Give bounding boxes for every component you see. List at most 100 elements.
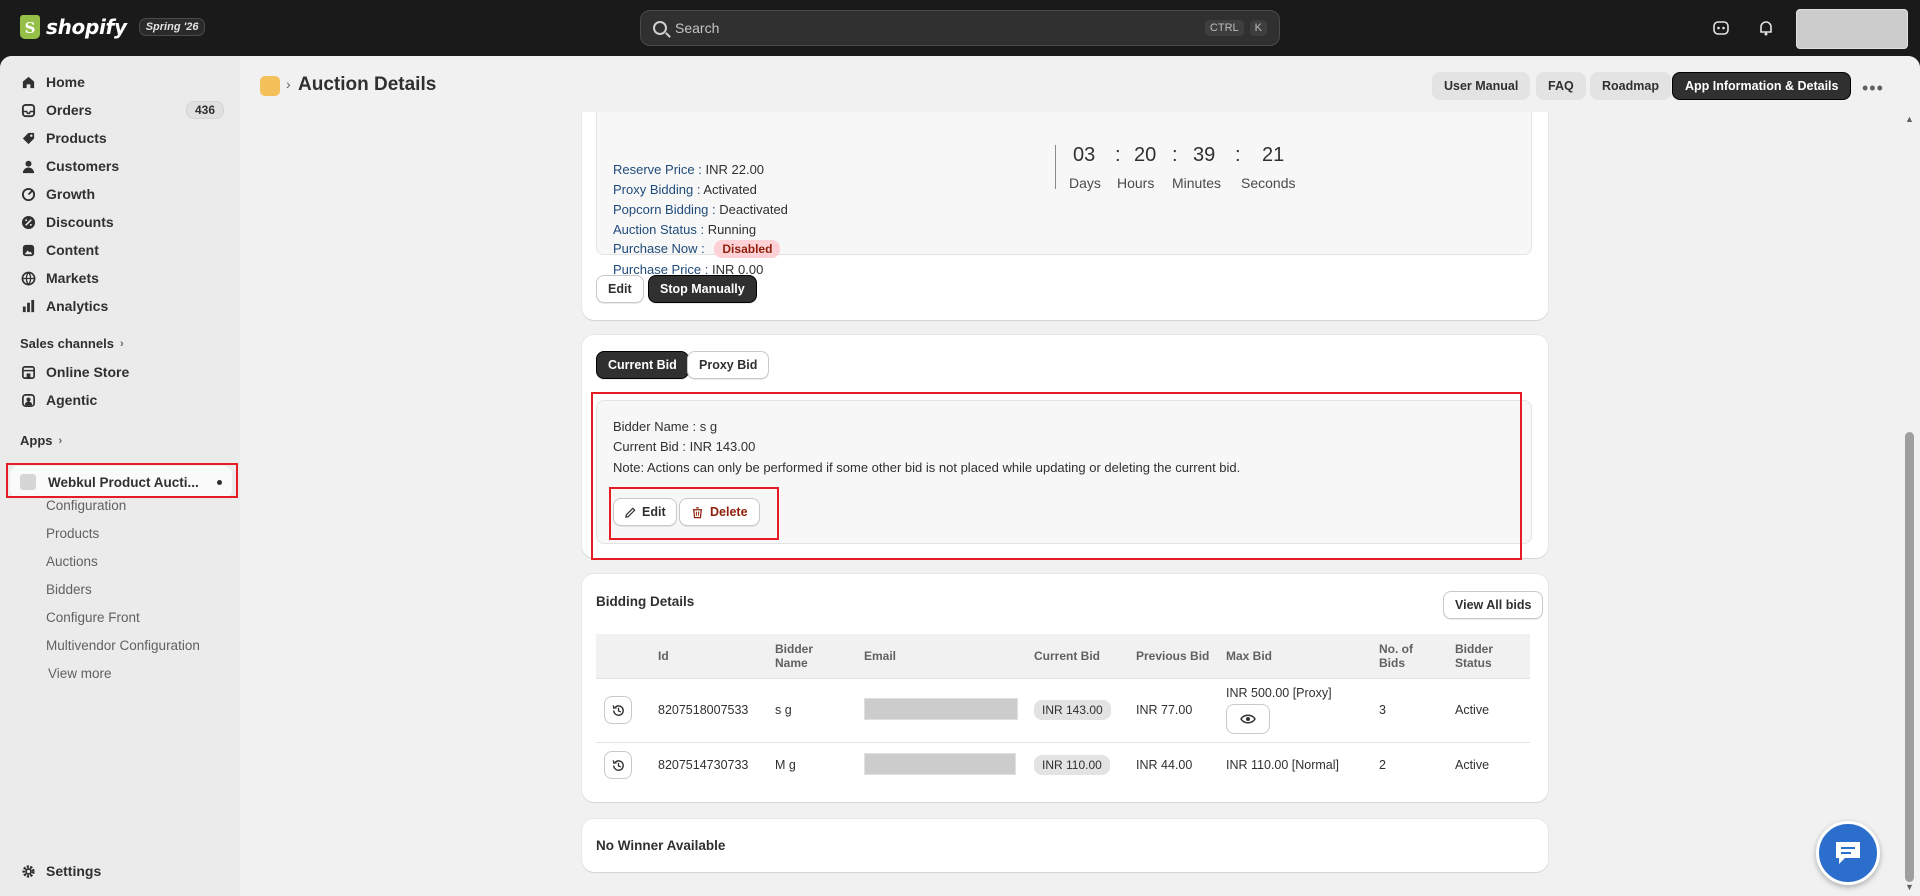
sidebar-item-analytics[interactable]: Analytics — [10, 293, 230, 319]
admin-frame: Home Orders 436 Products Customers Growt… — [0, 56, 1920, 896]
sidebar-item-online-store[interactable]: Online Store — [10, 359, 230, 385]
user-manual-button[interactable]: User Manual — [1432, 72, 1531, 100]
apps-heading[interactable]: Apps › — [20, 433, 62, 448]
table-row: 8207514730733 M g INR 110.00 INR 44.00 I… — [596, 741, 1530, 788]
chat-support-button[interactable] — [1816, 821, 1880, 885]
cell-bids: 3 — [1371, 677, 1447, 742]
sidebar-item-markets[interactable]: Markets — [10, 265, 230, 291]
bidding-details-card: Bidding Details View All bids Id Bidder … — [582, 574, 1548, 802]
sidebar-item-settings[interactable]: Settings — [10, 858, 230, 884]
sidebar-item-label: Products — [46, 130, 107, 146]
sidebar-sub-products[interactable]: Products — [46, 526, 99, 541]
edit-bid-button[interactable]: Edit — [613, 498, 677, 526]
sidebar-item-label: Orders — [46, 102, 92, 118]
page-header: › Auction Details User Manual FAQ Roadma… — [240, 56, 1900, 112]
timer-label-days: Days — [1069, 175, 1101, 191]
popcorn-bidding-row: Popcorn Bidding : Deactivated — [613, 202, 788, 217]
sidebar-sub-configuration[interactable]: Configuration — [46, 498, 126, 513]
stop-manually-button[interactable]: Stop Manually — [648, 275, 757, 303]
sidebar-item-growth[interactable]: Growth — [10, 181, 230, 207]
view-proxy-button[interactable] — [1226, 704, 1270, 734]
sidebar-item-products[interactable]: Products — [10, 125, 230, 151]
field-key: Auction Status : — [613, 222, 705, 237]
orders-count-badge: 436 — [185, 101, 224, 119]
sidebar-item-orders[interactable]: Orders 436 — [10, 97, 230, 123]
sidebar-item-agentic[interactable]: Agentic — [10, 387, 230, 413]
scroll-up-arrow[interactable]: ▲ — [1905, 114, 1914, 124]
sidebar-item-content[interactable]: Content — [10, 237, 230, 263]
bidding-details-title: Bidding Details — [596, 594, 695, 609]
edition-badge: Spring '26 — [138, 18, 206, 36]
chevron-right-icon: › — [119, 337, 124, 350]
sales-channels-heading[interactable]: Sales channels › — [20, 336, 124, 351]
cell-name: s g — [767, 677, 856, 742]
home-icon — [20, 74, 36, 90]
shopify-logo[interactable]: S shopify Spring '26 — [20, 15, 206, 39]
col-history — [596, 634, 650, 678]
col-email: Email — [856, 634, 1026, 678]
history-button[interactable] — [604, 751, 632, 780]
sidebar-sub-auctions[interactable]: Auctions — [46, 554, 98, 569]
app-icon — [20, 474, 36, 490]
chart-icon — [20, 298, 36, 314]
discount-icon — [20, 214, 36, 230]
purchase-now-row: Purchase Now : Disabled — [613, 240, 781, 258]
logo-text: shopify — [46, 15, 127, 39]
app-info-button[interactable]: App Information & Details — [1672, 72, 1852, 100]
content-icon — [20, 242, 36, 258]
page-title: Auction Details — [298, 74, 437, 95]
search-bar[interactable]: Search CTRL K — [640, 10, 1280, 46]
tab-current-bid[interactable]: Current Bid — [596, 351, 689, 379]
cell-max: INR 500.00 [Proxy] — [1218, 677, 1371, 742]
edit-auction-button[interactable]: Edit — [596, 275, 644, 303]
timer-divider — [1055, 145, 1056, 189]
col-id: Id — [650, 634, 767, 678]
max-bid-text: INR 500.00 [Proxy] — [1226, 686, 1332, 700]
sidebar-item-label: Online Store — [46, 364, 130, 380]
search-icon — [653, 21, 667, 35]
pencil-icon — [625, 506, 636, 518]
scrollbar-thumb[interactable] — [1905, 432, 1914, 882]
timer-minutes: 39 — [1193, 144, 1216, 166]
sidebar-view-more[interactable]: View more — [48, 666, 112, 681]
col-current-bid: Current Bid — [1026, 634, 1128, 678]
col-bidder-status: Bidder Status — [1447, 634, 1530, 678]
tab-proxy-bid[interactable]: Proxy Bid — [687, 351, 770, 379]
sidebar-item-label: Growth — [46, 186, 95, 202]
scroll-down-arrow[interactable]: ▼ — [1905, 882, 1914, 892]
current-bid-pill: INR 110.00 — [1034, 755, 1110, 776]
sidebar: Home Orders 436 Products Customers Growt… — [0, 56, 240, 896]
sidebar-sub-bidders[interactable]: Bidders — [46, 582, 92, 597]
sidebar-item-webkul-app[interactable]: Webkul Product Aucti... — [10, 466, 232, 498]
delete-bid-button[interactable]: Delete — [679, 498, 760, 526]
field-key: Proxy Bidding : — [613, 182, 701, 197]
timer-label-seconds: Seconds — [1241, 175, 1296, 191]
more-actions-icon[interactable]: ••• — [1862, 78, 1884, 99]
sidebar-item-discounts[interactable]: Discounts — [10, 209, 230, 235]
col-previous-bid: Previous Bid — [1128, 634, 1218, 678]
sidebar-item-home[interactable]: Home — [10, 69, 230, 95]
sidebar-item-customers[interactable]: Customers — [10, 153, 230, 179]
cell-max: INR 110.00 [Normal] — [1218, 741, 1371, 788]
page-scrollbar[interactable]: ▲ ▼ — [1900, 112, 1920, 896]
history-button[interactable] — [604, 696, 632, 724]
app-breadcrumb-icon[interactable] — [260, 76, 280, 96]
bell-icon[interactable] — [1755, 17, 1777, 39]
breadcrumb-separator: › — [286, 76, 291, 92]
sidebar-sub-multivendor[interactable]: Multivendor Configuration — [46, 638, 200, 653]
assistant-icon[interactable] — [1710, 17, 1732, 39]
sidebar-item-label: Customers — [46, 158, 120, 174]
faq-button[interactable]: FAQ — [1536, 72, 1586, 100]
sidebar-sub-configure-front[interactable]: Configure Front — [46, 610, 140, 625]
roadmap-button[interactable]: Roadmap — [1590, 72, 1671, 100]
store-account-button[interactable] — [1796, 9, 1908, 49]
view-all-bids-button[interactable]: View All bids — [1443, 591, 1544, 619]
eye-icon — [1240, 714, 1256, 724]
cell-previous: INR 44.00 — [1128, 741, 1218, 788]
history-cell — [596, 741, 650, 788]
winner-text: No Winner Available — [596, 838, 726, 853]
cell-current: INR 143.00 — [1026, 677, 1128, 742]
current-bid-pill: INR 143.00 — [1034, 700, 1111, 720]
reserve-price-row: Reserve Price : INR 22.00 — [613, 162, 764, 177]
sidebar-item-label: Settings — [46, 863, 102, 879]
